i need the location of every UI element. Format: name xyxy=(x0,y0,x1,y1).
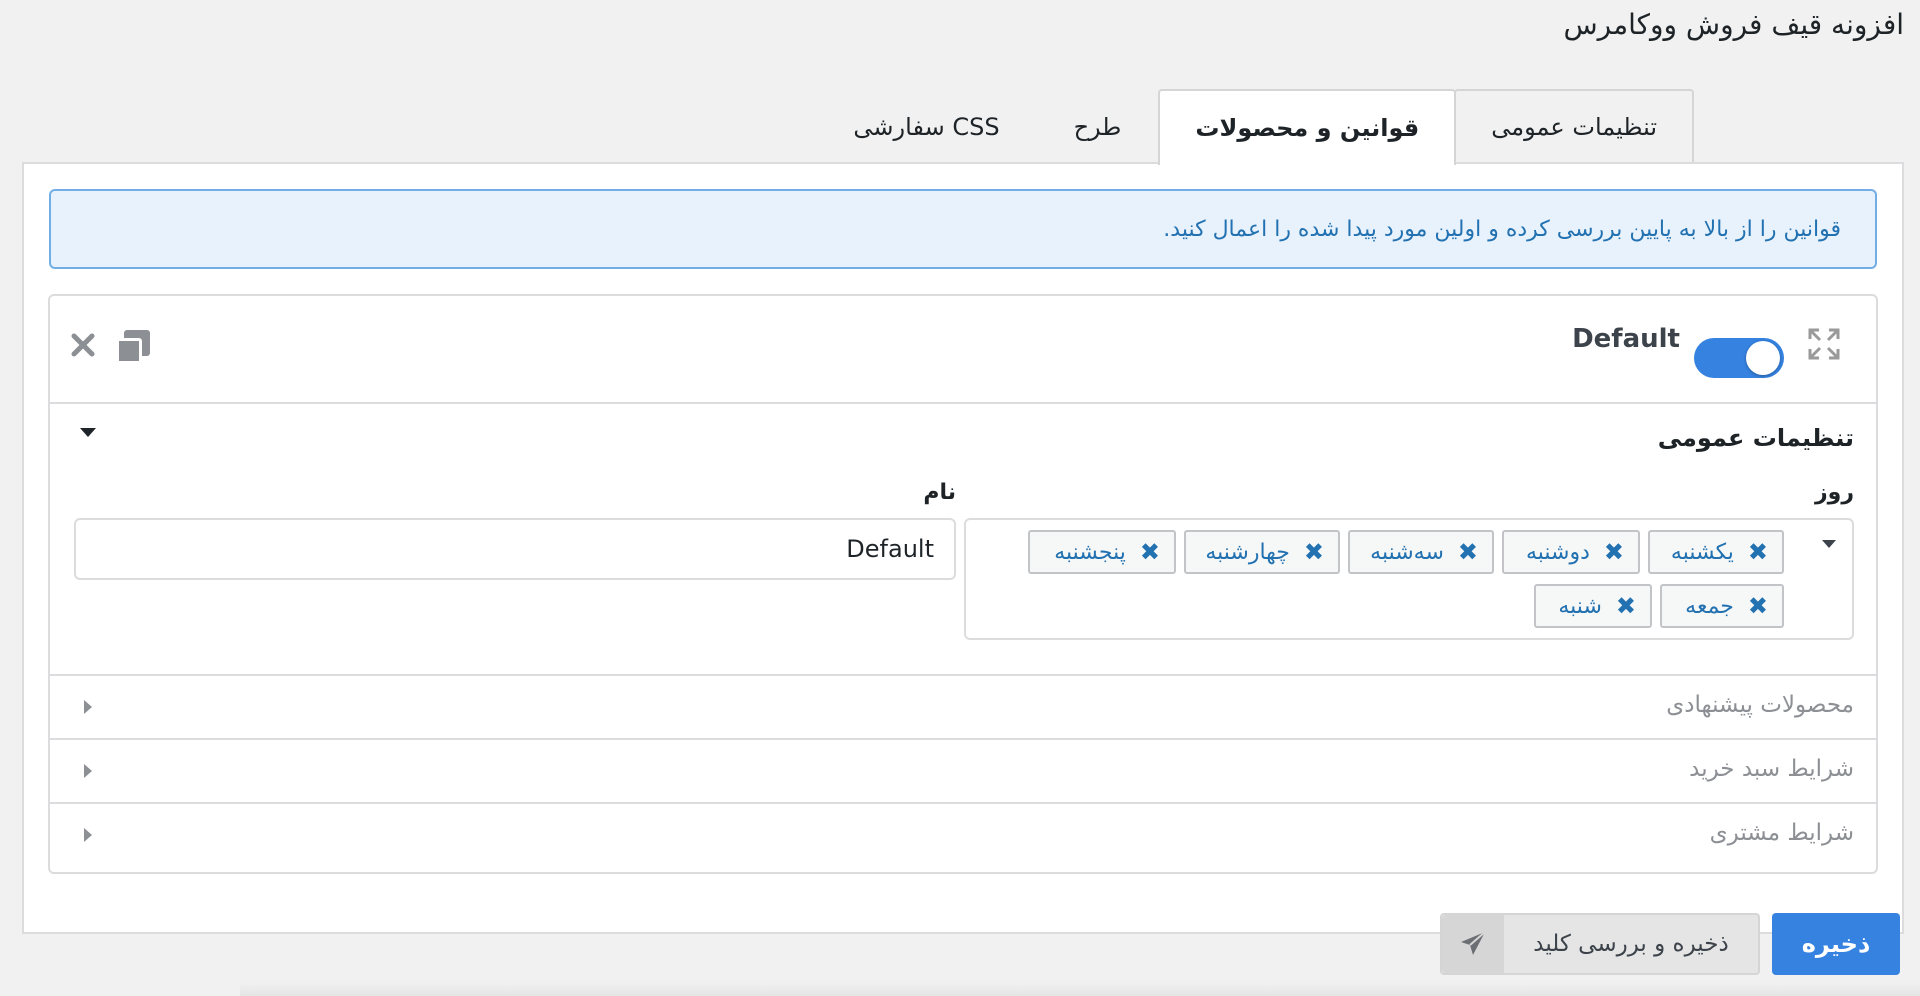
remove-chip-icon[interactable]: ✖ xyxy=(1604,540,1624,564)
day-label: روز xyxy=(1814,480,1854,505)
chevron-down-icon[interactable] xyxy=(1822,540,1836,548)
section-label: شرایط مشتری xyxy=(1709,820,1854,846)
page: افزونه قیف فروش ووکامرس تنظیمات عمومی قو… xyxy=(0,0,1920,996)
day-chip-label: جمعه xyxy=(1685,593,1734,619)
day-chip-label: شنبه xyxy=(1558,593,1602,619)
day-chip: ✖ شنبه xyxy=(1534,584,1652,628)
day-chip-label: یکشنبه xyxy=(1670,539,1734,565)
remove-chip-icon[interactable]: ✖ xyxy=(1458,540,1478,564)
tab-rules-products[interactable]: قوانین و محصولات xyxy=(1158,89,1457,165)
close-icon[interactable] xyxy=(68,330,98,360)
save-and-check-label: ذخیره و بررسی کلید xyxy=(1533,931,1729,957)
save-and-check-button[interactable]: ذخیره و بررسی کلید xyxy=(1440,913,1760,975)
day-chip: ✖ یکشنبه xyxy=(1648,530,1784,574)
bottom-shadow xyxy=(240,982,1920,996)
rule-card: Default تنظیمات عمومی روز نام ✖ یکشنبه ✖… xyxy=(48,294,1878,874)
rules-panel: قوانین را از بالا به پایین بررسی کرده و … xyxy=(22,162,1904,934)
day-chip: ✖ سه‌شنبه xyxy=(1348,530,1494,574)
copy-icon[interactable] xyxy=(116,330,150,364)
day-multiselect[interactable]: ✖ یکشنبه ✖ دوشنبه ✖ سه‌شنبه ✖ چهارشنبه xyxy=(964,518,1854,640)
rule-header: Default xyxy=(50,296,1876,404)
tab-bar: تنظیمات عمومی قوانین و محصولات طرح CSS س… xyxy=(816,89,1694,165)
day-chip-label: چهارشنبه xyxy=(1205,539,1290,565)
expand-icon[interactable] xyxy=(1806,326,1842,362)
chevron-down-icon[interactable] xyxy=(80,428,96,437)
remove-chip-icon[interactable]: ✖ xyxy=(1748,540,1768,564)
page-title: افزونه قیف فروش ووکامرس xyxy=(1563,8,1904,41)
section-label: شرایط سبد خرید xyxy=(1689,756,1854,782)
day-chip: ✖ دوشنبه xyxy=(1502,530,1640,574)
rule-enabled-toggle[interactable] xyxy=(1694,338,1784,378)
day-chip: ✖ چهارشنبه xyxy=(1184,530,1340,574)
remove-chip-icon[interactable]: ✖ xyxy=(1748,594,1768,618)
toggle-knob xyxy=(1746,341,1780,375)
tab-general-settings[interactable]: تنظیمات عمومی xyxy=(1454,89,1694,163)
general-settings-title[interactable]: تنظیمات عمومی xyxy=(1658,424,1854,452)
section-cart-conditions[interactable]: شرایط سبد خرید xyxy=(50,740,1876,804)
info-notice: قوانین را از بالا به پایین بررسی کرده و … xyxy=(49,189,1877,269)
rule-name: Default xyxy=(1572,324,1680,354)
name-label: نام xyxy=(923,480,956,505)
day-chip: ✖ جمعه xyxy=(1660,584,1784,628)
chevron-left-icon xyxy=(84,700,92,714)
section-label: محصولات پیشنهادی xyxy=(1666,692,1854,718)
remove-chip-icon[interactable]: ✖ xyxy=(1304,540,1324,564)
remove-chip-icon[interactable]: ✖ xyxy=(1140,540,1160,564)
send-icon xyxy=(1442,915,1504,973)
section-suggested-products[interactable]: محصولات پیشنهادی xyxy=(50,676,1876,740)
name-input[interactable] xyxy=(74,518,956,580)
chevron-left-icon xyxy=(84,764,92,778)
remove-chip-icon[interactable]: ✖ xyxy=(1616,594,1636,618)
tab-custom-css[interactable]: CSS سفارشی xyxy=(816,89,1036,163)
day-chip: ✖ پنجشنبه xyxy=(1028,530,1176,574)
save-button[interactable]: ذخیره xyxy=(1772,913,1900,975)
day-chip-label: سه‌شنبه xyxy=(1370,539,1444,565)
day-chip-label: پنجشنبه xyxy=(1054,539,1126,565)
chevron-left-icon xyxy=(84,828,92,842)
tab-design[interactable]: طرح xyxy=(1037,89,1159,163)
general-settings-section: تنظیمات عمومی روز نام ✖ یکشنبه ✖ دوشنبه xyxy=(50,404,1876,676)
day-chip-label: دوشنبه xyxy=(1525,539,1590,565)
section-customer-conditions[interactable]: شرایط مشتری xyxy=(50,804,1876,868)
